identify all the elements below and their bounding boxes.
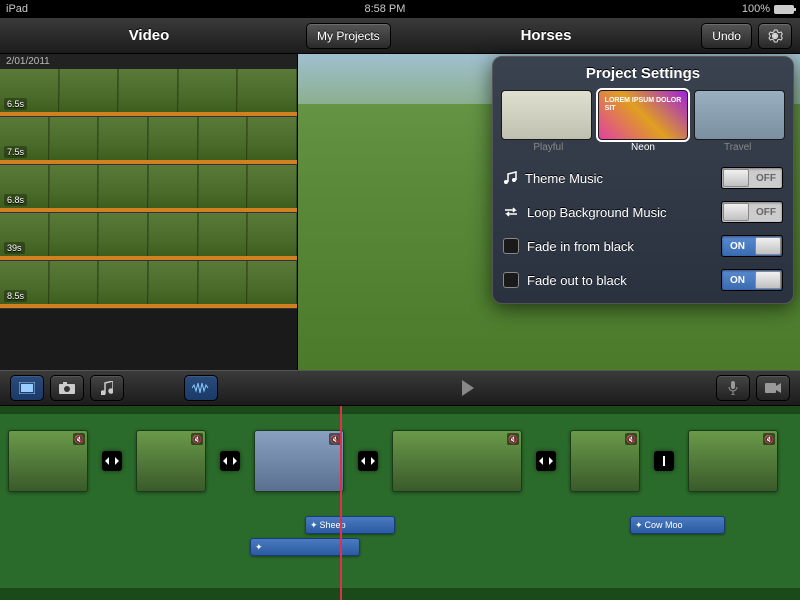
- timeline[interactable]: 🔇 🔇 🔇 🔇 🔇 🔇 ✦ Sheep ✦ ✦ Cow Moo: [0, 406, 800, 600]
- transition-icon: [105, 456, 119, 466]
- play-icon: [459, 380, 475, 396]
- settings-button[interactable]: [758, 23, 792, 49]
- app-header: Video My Projects Horses Undo: [0, 18, 800, 54]
- media-clip[interactable]: 8.5s: [0, 261, 297, 309]
- timeline-clip[interactable]: 🔇: [392, 430, 522, 492]
- video-icon: [19, 382, 35, 394]
- audio-badge-icon: 🔇: [763, 433, 775, 445]
- setting-loop-music: Loop Background Music OFF: [493, 195, 793, 229]
- fade-out-toggle[interactable]: ON: [721, 269, 783, 291]
- loop-music-toggle[interactable]: OFF: [721, 201, 783, 223]
- record-camera-button[interactable]: [756, 375, 790, 401]
- popover-title: Project Settings: [493, 57, 793, 90]
- timeline-clip[interactable]: 🔇: [570, 430, 640, 492]
- camera-icon: [59, 382, 75, 394]
- status-bar: iPad 8:58 PM 100%: [0, 0, 800, 18]
- audio-badge-icon: 🔇: [625, 433, 637, 445]
- project-title: Horses: [521, 27, 572, 44]
- timeline-clip[interactable]: 🔇: [254, 430, 344, 492]
- play-button[interactable]: [459, 380, 475, 396]
- sidebar-title: Video: [0, 27, 298, 44]
- media-clip[interactable]: 39s: [0, 213, 297, 261]
- theme-option-neon[interactable]: LOREM IPSUM DOLOR SIT: [598, 90, 689, 140]
- audio-clip[interactable]: ✦: [250, 538, 360, 556]
- timeline-clip[interactable]: 🔇: [136, 430, 206, 492]
- audio-badge-icon: 🔇: [73, 433, 85, 445]
- fade-in-toggle[interactable]: ON: [721, 235, 783, 257]
- media-clip[interactable]: 6.8s: [0, 165, 297, 213]
- loop-icon: [503, 206, 519, 218]
- camera-button[interactable]: [50, 375, 84, 401]
- music-icon: [101, 381, 113, 395]
- audio-badge-icon: 🔇: [507, 433, 519, 445]
- theme-label: Neon: [596, 142, 691, 153]
- timeline-clip[interactable]: 🔇: [8, 430, 88, 492]
- audio-clip[interactable]: ✦ Sheep: [305, 516, 395, 534]
- waveform-icon: [192, 383, 210, 393]
- transition-button[interactable]: [654, 451, 674, 471]
- audio-clip[interactable]: ✦ Cow Moo: [630, 516, 725, 534]
- transition-icon: [361, 456, 375, 466]
- transition-button[interactable]: [220, 451, 240, 471]
- media-clip[interactable]: 7.5s: [0, 117, 297, 165]
- timeline-clip[interactable]: 🔇: [688, 430, 778, 492]
- transition-button[interactable]: [358, 451, 378, 471]
- project-settings-popover: Project Settings LOREM IPSUM DOLOR SIT P…: [492, 56, 794, 304]
- audio-badge-icon: 🔇: [191, 433, 203, 445]
- clip-date-header: 2/01/2011: [0, 54, 297, 69]
- transition-icon: [661, 456, 667, 466]
- theme-music-toggle[interactable]: OFF: [721, 167, 783, 189]
- theme-label: Travel: [690, 142, 785, 153]
- transition-button[interactable]: [536, 451, 556, 471]
- setting-fade-in: Fade in from black ON: [493, 229, 793, 263]
- theme-option-travel[interactable]: [694, 90, 785, 140]
- media-clip[interactable]: 6.5s: [0, 69, 297, 117]
- theme-option-playful[interactable]: [501, 90, 592, 140]
- device-label: iPad: [6, 3, 28, 15]
- audio-track: ✦ Sheep ✦ ✦ Cow Moo: [0, 516, 800, 566]
- theme-label: Playful: [501, 142, 596, 153]
- video-library-button[interactable]: [10, 375, 44, 401]
- microphone-icon: [728, 381, 738, 395]
- playhead[interactable]: [340, 406, 342, 600]
- setting-fade-out: Fade out to black ON: [493, 263, 793, 297]
- checkbox-icon: [503, 272, 519, 288]
- battery-percent: 100%: [742, 3, 770, 15]
- audio-library-button[interactable]: [90, 375, 124, 401]
- transition-icon: [223, 456, 237, 466]
- transition-button[interactable]: [102, 451, 122, 471]
- setting-theme-music: Theme Music OFF: [493, 161, 793, 195]
- voiceover-button[interactable]: [716, 375, 750, 401]
- clock: 8:58 PM: [364, 3, 405, 15]
- toolbar: [0, 370, 800, 406]
- gear-icon: [767, 28, 783, 44]
- waveform-button[interactable]: [184, 375, 218, 401]
- my-projects-button[interactable]: My Projects: [306, 23, 391, 49]
- camcorder-icon: [765, 383, 781, 393]
- undo-button[interactable]: Undo: [701, 23, 752, 49]
- transition-icon: [539, 456, 553, 466]
- checkbox-icon: [503, 238, 519, 254]
- media-sidebar: 2/01/2011 6.5s 7.5s 6.8s 39s 8.5s: [0, 54, 298, 370]
- music-icon: [503, 171, 517, 185]
- battery-icon: [774, 5, 794, 14]
